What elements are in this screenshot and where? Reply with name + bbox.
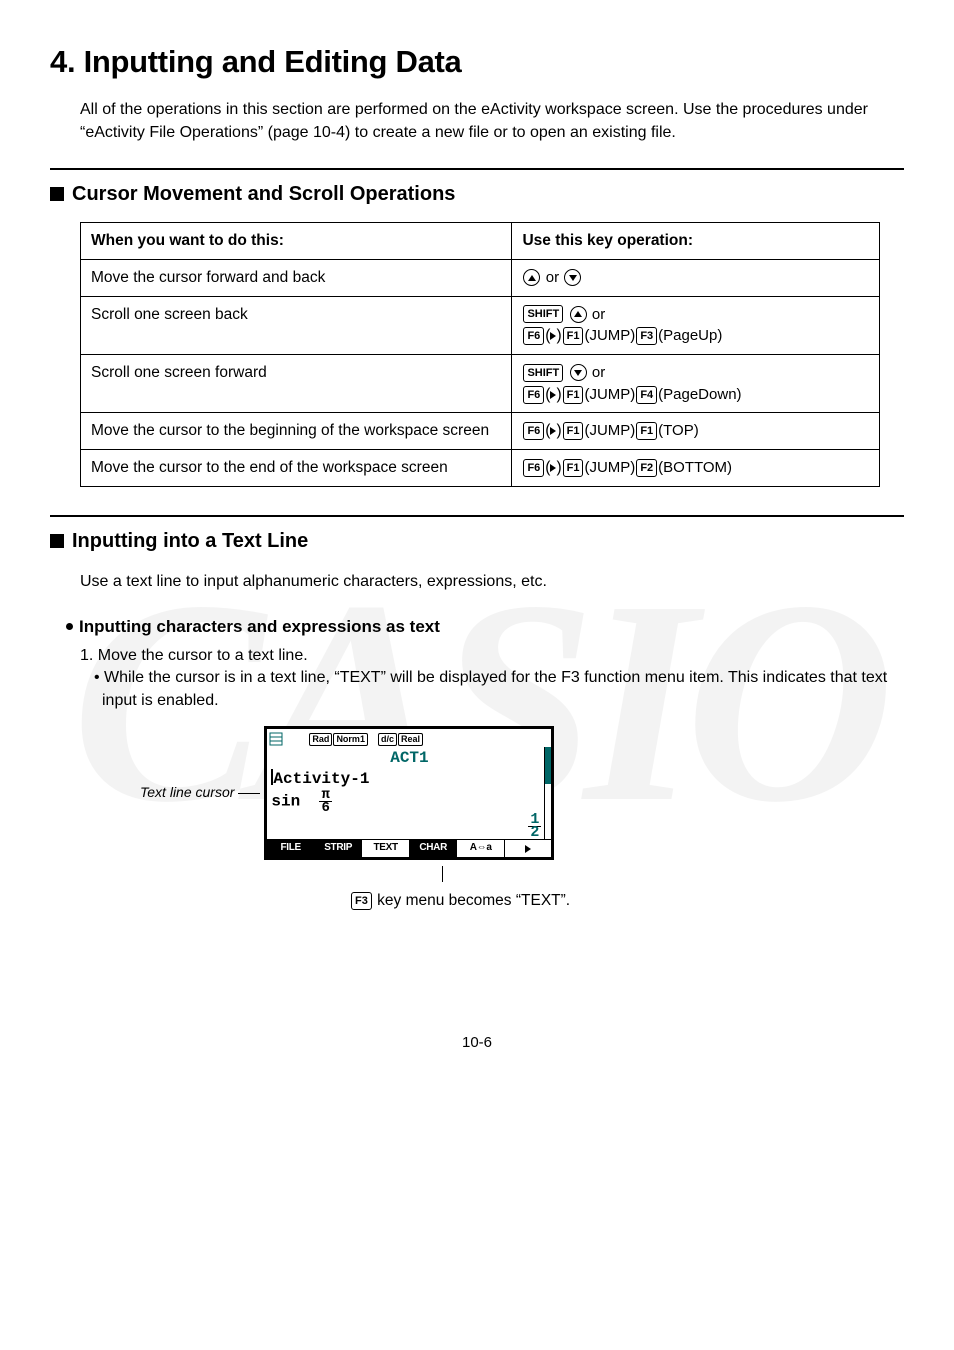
fkey-strip: STRIP: [315, 840, 363, 857]
figure-label: Text line cursor: [140, 783, 234, 803]
badge-rad: Rad: [309, 733, 332, 746]
cell-op: SHIFT or F6()F1(JUMP)F4(PageDown): [512, 354, 880, 412]
right-triangle-icon: [550, 391, 556, 399]
f1-key-icon: F1: [563, 422, 584, 440]
cell-op: or: [512, 259, 880, 296]
f1-key-icon: F1: [563, 459, 584, 477]
table-row: Move the cursor to the beginning of the …: [81, 413, 880, 450]
section2-intro: Use a text line to input alphanumeric ch…: [80, 571, 904, 593]
cell-op: F6()F1(JUMP)F2(BOTTOM): [512, 449, 880, 486]
section-heading-cursor: Cursor Movement and Scroll Operations: [50, 180, 904, 208]
page-number: 10-6: [50, 1032, 904, 1053]
menu-icon: [269, 732, 283, 746]
screen-title: ACT1: [267, 747, 551, 769]
section-heading-text-line-text: Inputting into a Text Line: [72, 527, 308, 555]
screen-scrollbar: [544, 747, 551, 839]
cell-op: F6()F1(JUMP)F1(TOP): [512, 413, 880, 450]
pointer-line: [238, 793, 260, 794]
or-text: or: [592, 364, 605, 381]
table-row: Move the cursor to the end of the worksp…: [81, 449, 880, 486]
table-header-row: When you want to do this: Use this key o…: [81, 223, 880, 260]
fkey-char: CHAR: [410, 840, 458, 857]
fkey-row: FILE STRIP TEXT CHAR A⇔a: [267, 839, 551, 857]
cell-desc: Move the cursor forward and back: [81, 259, 512, 296]
f3-key-icon: F3: [351, 892, 372, 910]
frac-bot: 6: [319, 801, 331, 814]
divider: [50, 168, 904, 170]
jump-label: (JUMP): [584, 422, 635, 439]
section-heading-cursor-text: Cursor Movement and Scroll Operations: [72, 180, 455, 208]
intro-text: All of the operations in this section ar…: [80, 99, 904, 144]
jump-label: (JUMP): [584, 327, 635, 344]
table-row: Move the cursor forward and back or: [81, 259, 880, 296]
cell-desc: Move the cursor to the beginning of the …: [81, 413, 512, 450]
step-1: 1. Move the cursor to a text line.: [80, 645, 904, 667]
badge-norm1: Norm1: [333, 733, 368, 746]
f6-key-icon: F6: [523, 386, 544, 404]
annotation: F3 key menu becomes “TEXT”.: [350, 890, 904, 912]
pageup-label: (PageUp): [658, 327, 722, 344]
screen-line-1: Activity-1: [267, 769, 551, 789]
operations-table: When you want to do this: Use this key o…: [80, 222, 880, 487]
cell-desc: Scroll one screen back: [81, 296, 512, 354]
f6-key-icon: F6: [523, 422, 544, 440]
jump-label: (JUMP): [584, 386, 635, 403]
res-bot: 2: [528, 826, 541, 839]
fkey-text: TEXT: [362, 840, 410, 857]
screen-line-2: sin π 6: [267, 789, 551, 814]
section-heading-text-line: Inputting into a Text Line: [50, 527, 904, 555]
cell-op: SHIFT or F6()F1(JUMP)F3(PageUp): [512, 296, 880, 354]
cell-desc: Move the cursor to the end of the worksp…: [81, 449, 512, 486]
bullet-icon: [66, 623, 73, 630]
sin-label: sin: [271, 793, 300, 811]
f6-key-icon: F6: [523, 327, 544, 345]
calculator-screen: Rad Norm1 d/c Real ACT1 Activity-1 sin π…: [264, 726, 554, 860]
figure-wrap: Text line cursor Rad Norm1 d/c Real ACT1…: [140, 726, 904, 860]
f6-key-icon: F6: [523, 459, 544, 477]
shift-key-icon: SHIFT: [523, 364, 563, 382]
right-triangle-icon: [550, 332, 556, 340]
fraction-pi-6: π 6: [319, 789, 331, 814]
f3-key-icon: F3: [636, 327, 657, 345]
fkey-file: FILE: [267, 840, 315, 857]
right-triangle-icon: [550, 464, 556, 472]
bottom-label: (BOTTOM): [658, 459, 732, 476]
fkey-aa: A⇔a: [457, 840, 505, 857]
up-arrow-key-icon: [570, 306, 587, 323]
f1-key-icon: F1: [563, 327, 584, 345]
fraction-1-2: 1 2: [528, 814, 541, 839]
down-arrow-key-icon: [564, 269, 581, 286]
top-label: (TOP): [658, 422, 699, 439]
badge-real: Real: [398, 733, 423, 746]
page-title: 4. Inputting and Editing Data: [50, 40, 904, 83]
f2-key-icon: F2: [636, 459, 657, 477]
badge-dc: d/c: [378, 733, 397, 746]
right-triangle-icon: [550, 427, 556, 435]
f4-key-icon: F4: [636, 386, 657, 404]
shift-key-icon: SHIFT: [523, 305, 563, 323]
screen-result: 1 2: [267, 814, 551, 839]
subsection-heading: Inputting characters and expressions as …: [66, 615, 904, 639]
divider: [50, 515, 904, 517]
table-row: Scroll one screen back SHIFT or F6()F1(J…: [81, 296, 880, 354]
screen-status-strip: Rad Norm1 d/c Real: [267, 729, 551, 749]
fkey-more-icon: [505, 840, 552, 857]
table-col-op: Use this key operation:: [512, 223, 880, 260]
pagedown-label: (PageDown): [658, 386, 741, 403]
or-text: or: [592, 306, 605, 323]
down-arrow-key-icon: [570, 364, 587, 381]
f1-key-icon: F1: [636, 422, 657, 440]
or-text: or: [546, 269, 564, 286]
table-col-desc: When you want to do this:: [81, 223, 512, 260]
step-1-note: • While the cursor is in a text line, “T…: [94, 667, 904, 712]
f1-key-icon: F1: [563, 386, 584, 404]
cell-desc: Scroll one screen forward: [81, 354, 512, 412]
annotation-text: key menu becomes “TEXT”.: [373, 892, 570, 909]
table-row: Scroll one screen forward SHIFT or F6()F…: [81, 354, 880, 412]
jump-label: (JUMP): [584, 459, 635, 476]
screen-text-activity: Activity-1: [273, 770, 369, 788]
subsection-heading-text: Inputting characters and expressions as …: [79, 615, 440, 639]
up-arrow-key-icon: [523, 269, 540, 286]
annotation-connector: [442, 866, 443, 882]
